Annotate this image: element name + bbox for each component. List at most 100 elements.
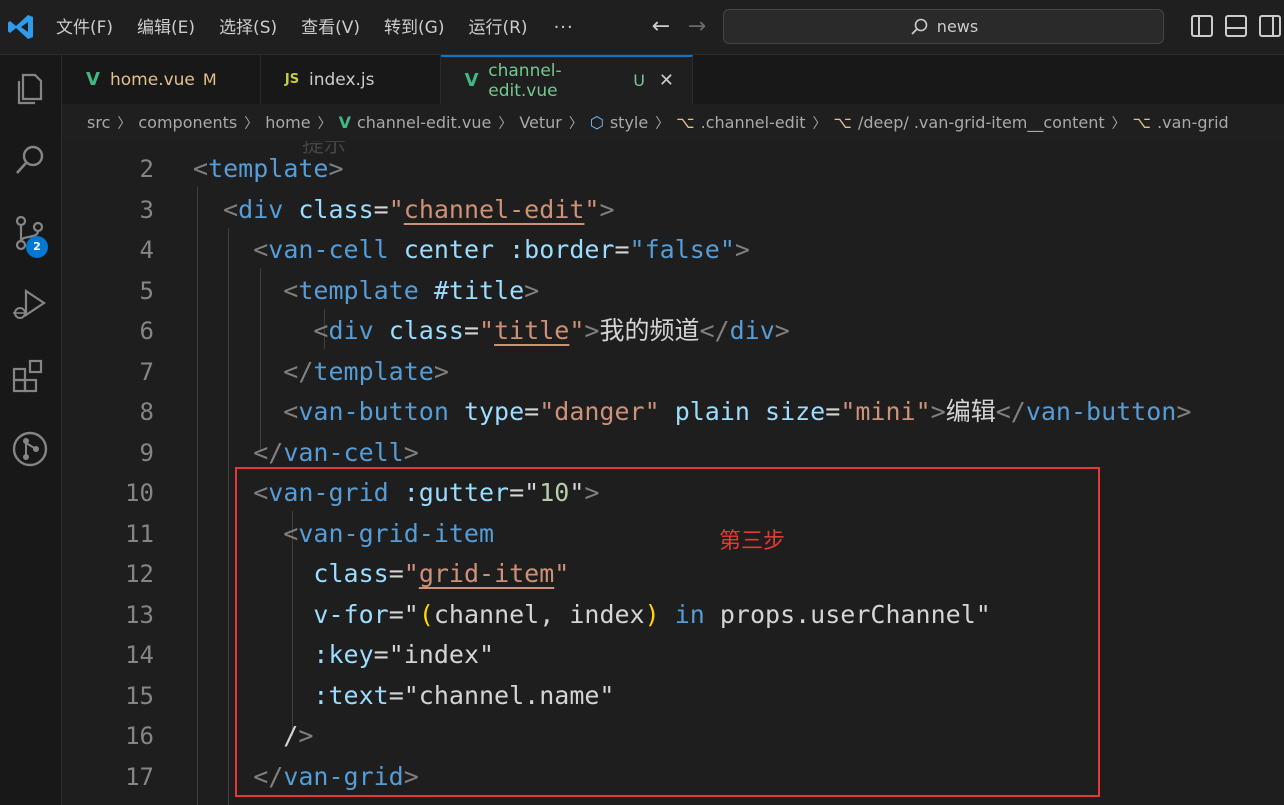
code-token: class [313, 559, 389, 588]
code-token: " [403, 559, 419, 588]
line-number: 15 [125, 681, 154, 710]
js-icon: JS [284, 72, 300, 87]
chevron-right-icon: 〉 [1111, 115, 1126, 132]
code-token: in [674, 599, 705, 629]
tab-channel-edit-vue[interactable]: V channel-edit.vue U ✕ [441, 55, 693, 104]
code-token: > [1176, 397, 1192, 426]
code-token: van-cell [283, 437, 404, 467]
toggle-primary-sidebar-icon[interactable] [1190, 14, 1214, 38]
close-icon[interactable]: ✕ [659, 70, 674, 91]
code-text: v-for="(channel, index) in props.userCha… [193, 595, 990, 636]
code-text: <van-grid-item [193, 514, 494, 555]
code-token: = [373, 194, 389, 224]
chevron-right-icon: 〉 [317, 115, 332, 132]
code-token: van-button [1025, 397, 1177, 426]
breadcrumb-item-van-grid[interactable]: .van-grid [1157, 113, 1229, 132]
cube-icon: ⬡ [589, 113, 604, 132]
code-token: = [509, 478, 525, 507]
code-token: channel-edit [403, 194, 585, 224]
code-line: 15 :text="channel.name" [62, 676, 1284, 717]
line-number: 6 [139, 317, 154, 345]
code-token: channel, index [433, 599, 645, 629]
code-token: van-grid [268, 478, 389, 507]
code-token: div [729, 316, 775, 345]
code-line: 6 <div class="title">我的频道</div> [62, 311, 1284, 352]
code-editor[interactable]: 提示 2 <template> 3 <div class="channel-edit… [62, 141, 1284, 805]
code-token: class [298, 194, 374, 224]
breadcrumb-item-home[interactable]: home [265, 113, 310, 132]
code-line: 11 <van-grid-item [62, 514, 1284, 555]
code-token: :gutter [403, 478, 510, 507]
line-number: 11 [125, 519, 154, 548]
vue-icon: V [338, 113, 351, 132]
code-token: > [403, 437, 419, 467]
code-token: v-for [313, 599, 389, 629]
extensions-icon[interactable] [8, 355, 52, 399]
breadcrumb-item-vetur[interactable]: Vetur [519, 113, 562, 132]
menu-item[interactable]: 查看(V) [289, 11, 372, 45]
explorer-files-icon[interactable] [8, 67, 52, 111]
breadcrumb: src 〉 components 〉 home 〉 V channel-edit.vu… [62, 104, 1284, 141]
code-token: " [584, 194, 600, 224]
search-icon[interactable] [8, 139, 52, 183]
code-token: = [463, 316, 480, 345]
code-token: > [403, 761, 419, 791]
selector-icon: ⌥ [676, 113, 695, 132]
code-token: </ [193, 437, 284, 467]
code-token: < [193, 478, 269, 507]
breadcrumb-item-src[interactable]: src [87, 113, 110, 132]
more-menu-icon[interactable]: ··· [540, 17, 588, 38]
tab-index-js[interactable]: JS index.js [261, 55, 441, 104]
tab-home-vue[interactable]: V home.vue M [62, 55, 261, 104]
back-arrow-icon[interactable]: ← [648, 12, 674, 42]
code-token: > [734, 235, 750, 264]
tab-label: channel-edit.vue [488, 60, 562, 101]
vscode-logo-icon [8, 15, 33, 39]
toggle-panel-icon[interactable] [1224, 14, 1248, 38]
code-text: /> [193, 716, 313, 757]
code-token: = [388, 559, 404, 588]
code-line: 3 <div class="channel-edit"> [62, 190, 1284, 231]
code-text: </template> [193, 352, 449, 393]
line-number: 10 [125, 479, 154, 507]
line-number: 5 [139, 276, 154, 305]
menu-item[interactable]: 编辑(E) [125, 11, 207, 45]
code-line: 14 :key="index" [62, 635, 1284, 676]
toggle-secondary-sidebar-icon[interactable] [1258, 14, 1282, 38]
forward-arrow-icon[interactable]: → [684, 12, 710, 42]
code-line: 7 </template> [62, 352, 1284, 393]
command-center-search[interactable]: news [723, 9, 1164, 44]
editor-tabs: V home.vue M JS index.js V channel-edit.… [62, 55, 1284, 104]
code-token: size [765, 397, 826, 426]
breadcrumb-item-style[interactable]: style [610, 113, 648, 132]
breadcrumb-item-selector[interactable]: .channel-edit [701, 113, 806, 132]
menu-item[interactable]: 选择(S) [207, 11, 289, 45]
vue-icon: V [86, 69, 100, 90]
menu-item[interactable]: 文件(F) [44, 11, 125, 45]
code-text: </van-grid> [193, 757, 419, 798]
breadcrumb-item-file[interactable]: channel-edit.vue [357, 113, 491, 132]
code-line: 9 </van-cell> [62, 433, 1284, 474]
code-line: 5 <template #title> [62, 271, 1284, 312]
code-token: :key [313, 640, 374, 669]
breadcrumb-item-deep-selector[interactable]: /deep/ .van-grid-item__content [858, 113, 1105, 132]
breadcrumb-item-components[interactable]: components [138, 113, 237, 132]
code-token: = [614, 235, 630, 264]
code-token: van-button [298, 397, 449, 426]
menu-item[interactable]: 转到(G) [372, 11, 456, 45]
code-token: 编辑 [945, 397, 996, 426]
annotation-step-three: 第三步 [719, 529, 786, 554]
chevron-right-icon: 〉 [568, 115, 583, 132]
line-number: 16 [125, 722, 154, 750]
code-token: title [494, 316, 570, 345]
menu-item[interactable]: 运行(R) [456, 11, 539, 45]
code-token: plain [674, 397, 750, 426]
code-token: #title [433, 275, 525, 305]
code-line: 2 <template> [62, 149, 1284, 190]
run-debug-icon[interactable] [8, 283, 52, 327]
git-graph-icon[interactable] [8, 427, 52, 471]
